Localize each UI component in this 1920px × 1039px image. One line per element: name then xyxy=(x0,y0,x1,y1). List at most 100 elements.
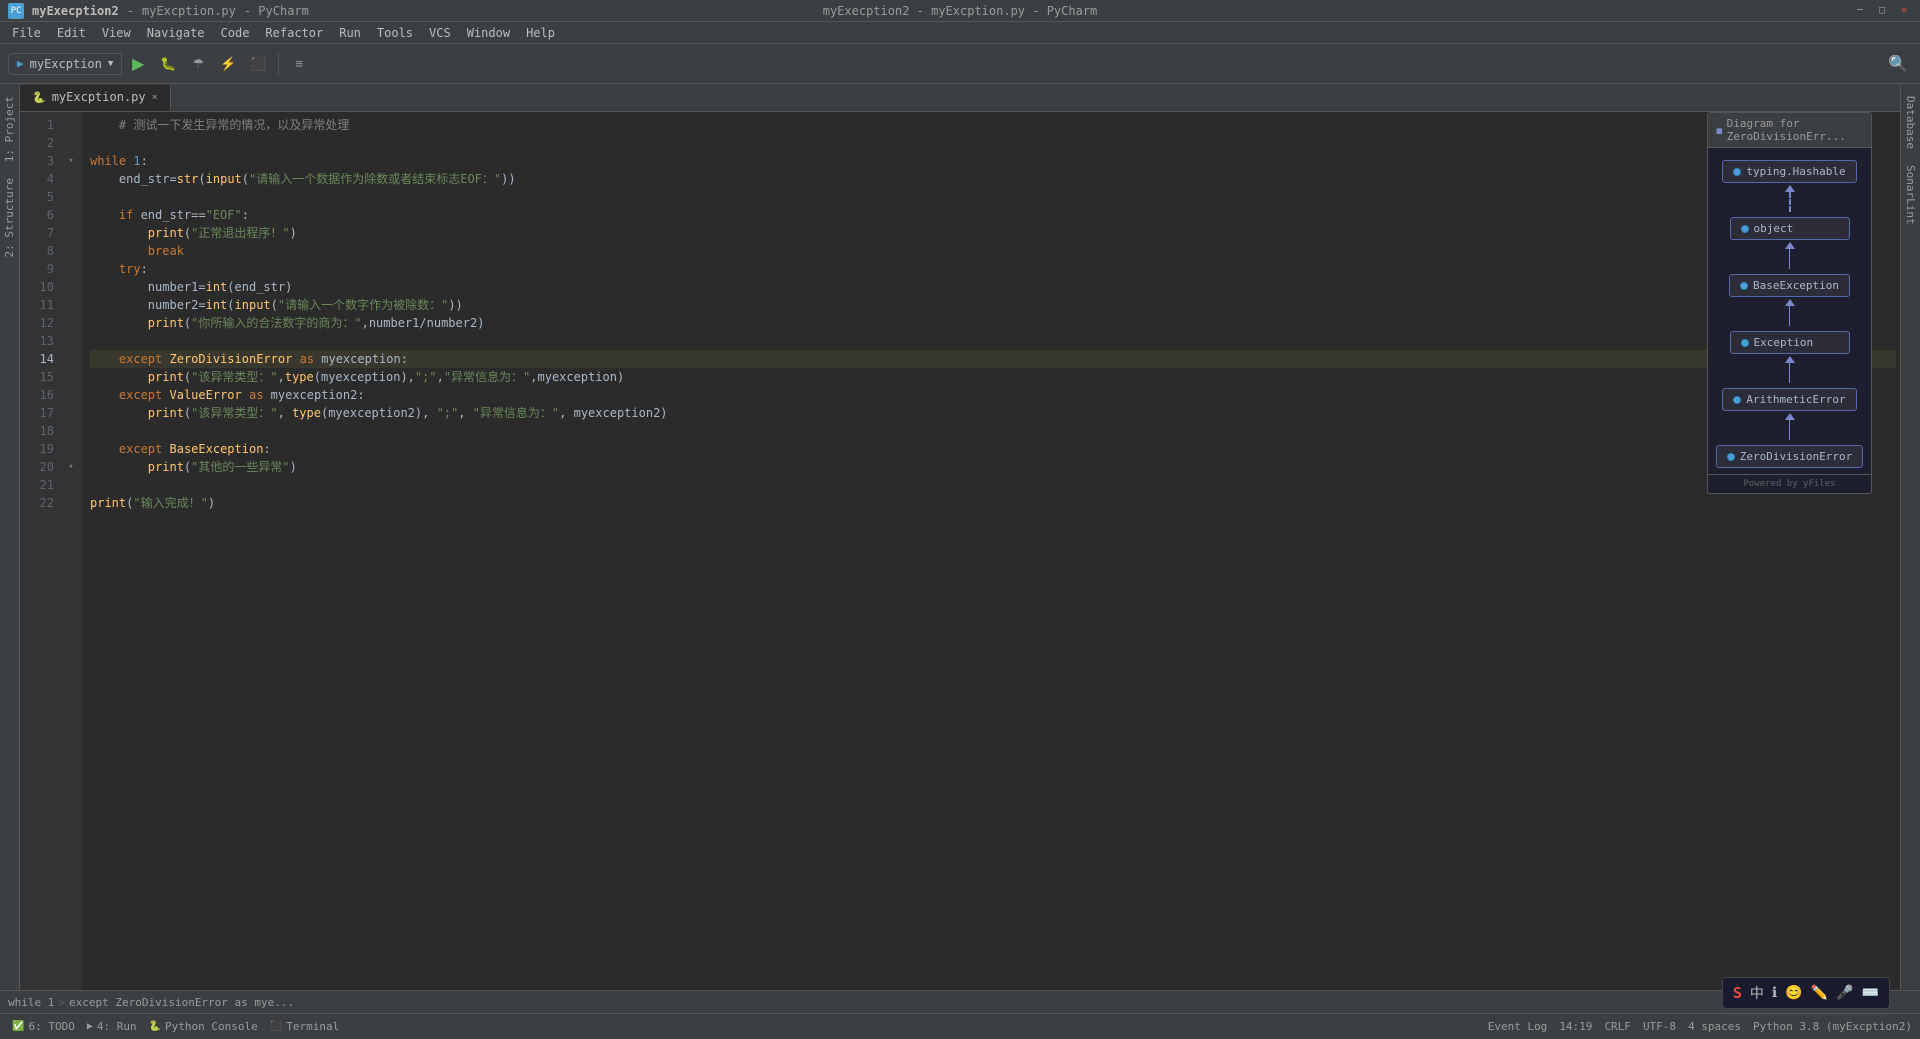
debug-button[interactable]: 🐛 xyxy=(154,50,182,78)
ln-12: 12 xyxy=(20,314,60,332)
breadcrumb-sep-1: > xyxy=(58,996,65,1009)
tab-file-icon: 🐍 xyxy=(32,91,46,104)
toolbar-left: ▶ myExcption ▼ ▶ 🐛 ☂ ⚡ ⬛ ≡ xyxy=(8,50,313,78)
gc-11 xyxy=(60,296,82,314)
code-line-5 xyxy=(90,188,1896,206)
diagram-node-baseexception[interactable]: BaseException xyxy=(1729,274,1850,297)
node-dot xyxy=(1733,168,1741,176)
terminal-button[interactable]: ⬛ Terminal xyxy=(266,1020,343,1033)
menu-code[interactable]: Code xyxy=(213,24,258,42)
python-version-indicator[interactable]: Python 3.8 (myExcption2) xyxy=(1753,1020,1912,1033)
diagram-node-arithmeticerror[interactable]: ArithmeticError xyxy=(1722,388,1856,411)
gc-21 xyxy=(60,476,82,494)
toolbar-right: 🔍 xyxy=(1884,50,1912,78)
window-title: myExecption2 - myExcption.py - PyCharm xyxy=(823,4,1098,18)
menu-navigate[interactable]: Navigate xyxy=(139,24,213,42)
menu-edit[interactable]: Edit xyxy=(49,24,94,42)
sidebar-item-sonarlint[interactable]: SonarLint xyxy=(1901,157,1920,233)
run-config-selector[interactable]: ▶ myExcption ▼ xyxy=(8,53,122,75)
breadcrumb-part-1[interactable]: while 1 xyxy=(8,996,54,1009)
code-line-10: number1=int(end_str) xyxy=(90,278,1896,296)
run-button[interactable]: ▶ xyxy=(124,50,152,78)
ln-4: 4 xyxy=(20,170,60,188)
diagram-node-object[interactable]: object xyxy=(1730,217,1850,240)
menu-help[interactable]: Help xyxy=(518,24,563,42)
gc-12 xyxy=(60,314,82,332)
main-layout: 1: Project 2: Structure 🐍 myExcption.py … xyxy=(0,84,1920,990)
diagram-title-text: Diagram for ZeroDivisionErr... xyxy=(1727,117,1863,143)
code-line-20: print("其他的一些异常") xyxy=(90,458,1896,476)
ime-btn-info[interactable]: ℹ xyxy=(1772,985,1777,1001)
ln-3: 3 xyxy=(20,152,60,170)
diagram-node-hashable[interactable]: typing.Hashable xyxy=(1722,160,1856,183)
ime-btn-cn[interactable]: 中 xyxy=(1750,983,1764,1003)
more-button[interactable]: ≡ xyxy=(285,50,313,78)
menu-file[interactable]: File xyxy=(4,24,49,42)
menu-window[interactable]: Window xyxy=(459,24,518,42)
tab-close-button[interactable]: × xyxy=(152,92,158,103)
ln-9: 9 xyxy=(20,260,60,278)
profile-button[interactable]: ⚡ xyxy=(214,50,242,78)
ln-7: 7 xyxy=(20,224,60,242)
menu-view[interactable]: View xyxy=(94,24,139,42)
ln-21: 21 xyxy=(20,476,60,494)
app-icon: PC xyxy=(8,3,24,19)
code-line-21 xyxy=(90,476,1896,494)
search-everywhere-button[interactable]: 🔍 xyxy=(1884,50,1912,78)
diagram-title[interactable]: ◼ Diagram for ZeroDivisionErr... xyxy=(1708,113,1871,148)
code-editor[interactable]: 1 2 3 4 5 6 7 8 9 10 11 12 13 14 15 16 1… xyxy=(20,112,1900,990)
run-tool-button[interactable]: ▶ 4: Run xyxy=(83,1020,141,1033)
close-button[interactable]: ✕ xyxy=(1896,3,1912,19)
sidebar-item-structure[interactable]: 2: Structure xyxy=(0,170,19,265)
ime-btn-keyboard[interactable]: ⌨️ xyxy=(1862,985,1879,1001)
todo-button[interactable]: ✅ 6: TODO xyxy=(8,1020,79,1033)
file-tab-myexcption[interactable]: 🐍 myExcption.py × xyxy=(20,85,171,111)
code-content[interactable]: # 测试一下发生异常的情况，以及异常处理 while 1: end_str=st… xyxy=(82,112,1900,990)
gc-18 xyxy=(60,422,82,440)
gc-15 xyxy=(60,368,82,386)
indent-indicator[interactable]: 4 spaces xyxy=(1688,1020,1741,1033)
ime-btn-s[interactable]: S xyxy=(1733,984,1742,1002)
menu-tools[interactable]: Tools xyxy=(369,24,421,42)
gc-4 xyxy=(60,170,82,188)
gc-16 xyxy=(60,386,82,404)
menu-run[interactable]: Run xyxy=(331,24,369,42)
todo-icon: ✅ xyxy=(12,1021,24,1032)
menu-refactor[interactable]: Refactor xyxy=(257,24,331,42)
node-label-arithmeticerror: ArithmeticError xyxy=(1746,393,1845,406)
arrow-line xyxy=(1789,363,1790,383)
node-dot xyxy=(1741,339,1749,347)
ime-btn-emoji[interactable]: 😊 xyxy=(1785,985,1802,1001)
node-label-baseexception: BaseException xyxy=(1753,279,1839,292)
encoding-indicator[interactable]: UTF-8 xyxy=(1643,1020,1676,1033)
node-label-zerodivisionerror: ZeroDivisionError xyxy=(1740,450,1853,463)
arrow-head xyxy=(1785,356,1795,363)
arrow-head xyxy=(1785,185,1795,192)
maximize-button[interactable]: □ xyxy=(1874,3,1890,19)
menu-vcs[interactable]: VCS xyxy=(421,24,459,42)
python-console-button[interactable]: 🐍 Python Console xyxy=(145,1020,262,1033)
ime-btn-pen[interactable]: ✏️ xyxy=(1811,985,1828,1001)
breadcrumb-part-2[interactable]: except ZeroDivisionError as mye... xyxy=(69,996,294,1009)
node-label-exception: Exception xyxy=(1754,336,1814,349)
crlf-indicator[interactable]: CRLF xyxy=(1604,1020,1631,1033)
gc-8 xyxy=(60,242,82,260)
sidebar-item-project[interactable]: 1: Project xyxy=(0,88,19,170)
coverage-button[interactable]: ☂ xyxy=(184,50,212,78)
title-project: myExecption2 xyxy=(32,4,119,18)
sidebar-item-database[interactable]: Database xyxy=(1901,88,1920,157)
diagram-node-zerodivisionerror[interactable]: ZeroDivisionError xyxy=(1716,445,1864,468)
ime-btn-mic[interactable]: 🎤 xyxy=(1836,985,1853,1001)
arrow-5 xyxy=(1785,413,1795,443)
toolbar-separator xyxy=(278,54,279,74)
stop-button[interactable]: ⬛ xyxy=(244,50,272,78)
gc-2 xyxy=(60,134,82,152)
event-log-button[interactable]: Event Log xyxy=(1488,1020,1548,1033)
title-file: myExcption.py xyxy=(142,4,236,18)
tab-file-name: myExcption.py xyxy=(52,90,146,104)
gc-3: ▾ xyxy=(60,152,82,170)
line-col-indicator[interactable]: 14:19 xyxy=(1559,1020,1592,1033)
diagram-node-exception[interactable]: Exception xyxy=(1730,331,1850,354)
node-dot xyxy=(1740,282,1748,290)
minimize-button[interactable]: ─ xyxy=(1852,3,1868,19)
